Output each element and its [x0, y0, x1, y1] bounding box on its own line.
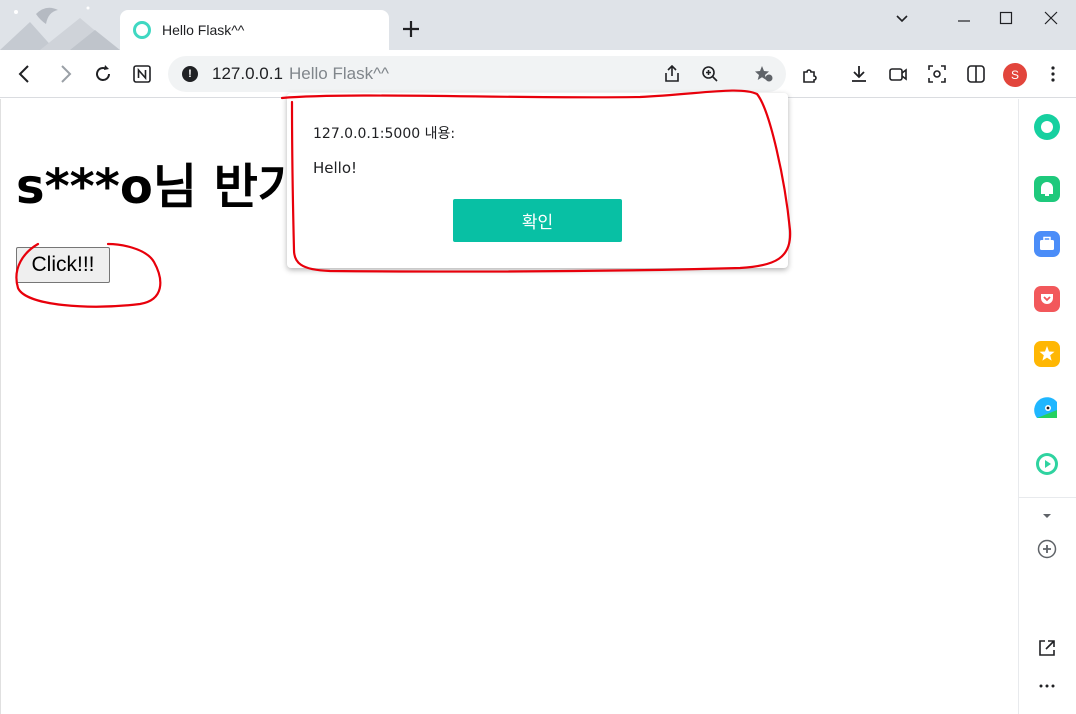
download-icon[interactable]	[847, 62, 871, 86]
click-button[interactable]: Click!!!	[16, 247, 110, 283]
side-panel-divider	[1019, 497, 1076, 498]
share-icon[interactable]	[660, 62, 684, 86]
video-capture-icon[interactable]	[886, 62, 910, 86]
ok-button[interactable]: 확인	[453, 199, 622, 242]
address-bar[interactable]: ! 127.0.0.1 Hello Flask^^	[168, 56, 786, 92]
bookmark-star-icon[interactable]	[752, 62, 776, 86]
screen-capture-icon[interactable]	[925, 62, 949, 86]
alert-dialog: 127.0.0.1:5000 내용: Hello! 확인	[287, 93, 788, 268]
tab-favicon-icon	[133, 21, 151, 39]
address-host: 127.0.0.1	[212, 64, 283, 83]
chevron-down-icon[interactable]	[1034, 503, 1060, 529]
notification-bell-icon[interactable]	[1034, 176, 1060, 202]
active-tab[interactable]: Hello Flask^^	[120, 10, 389, 50]
pocket-icon[interactable]	[1034, 286, 1060, 312]
open-external-icon[interactable]	[1034, 635, 1060, 661]
extensions-icon[interactable]	[798, 62, 822, 86]
zoom-icon[interactable]	[698, 62, 722, 86]
more-horizontal-icon[interactable]	[1034, 673, 1060, 699]
tab-search-icon[interactable]	[887, 6, 917, 30]
new-tab-icon[interactable]	[400, 18, 422, 40]
menu-kebab-icon[interactable]	[1041, 62, 1065, 86]
greeting-heading: s***o님 반가	[16, 159, 303, 215]
naver-home-icon[interactable]	[130, 62, 154, 86]
naver-green-dot-icon[interactable]	[1034, 114, 1060, 140]
browser-theme-art	[0, 6, 120, 50]
back-icon[interactable]	[13, 62, 37, 86]
minimize-icon[interactable]	[949, 6, 979, 30]
favorites-star-icon[interactable]	[1034, 341, 1060, 367]
close-window-icon[interactable]	[1036, 6, 1066, 30]
media-play-icon[interactable]	[1034, 451, 1060, 477]
profile-avatar[interactable]: S	[1003, 63, 1027, 87]
dialog-message: Hello!	[313, 159, 358, 177]
reload-icon[interactable]	[91, 62, 115, 86]
dialog-origin: 127.0.0.1:5000 내용:	[313, 126, 456, 142]
site-info-icon[interactable]: !	[182, 66, 198, 82]
add-panel-icon[interactable]	[1034, 536, 1060, 562]
maximize-icon[interactable]	[991, 6, 1021, 30]
tab-strip: Hello Flask^^	[0, 0, 1076, 50]
side-panel	[1018, 99, 1076, 714]
briefcase-icon[interactable]	[1034, 231, 1060, 257]
side-panel-toggle-icon[interactable]	[964, 62, 988, 86]
tab-title: Hello Flask^^	[162, 22, 245, 38]
papago-icon[interactable]	[1034, 396, 1060, 422]
browser-toolbar: ! 127.0.0.1 Hello Flask^^ S	[0, 50, 1076, 98]
address-page-title: Hello Flask^^	[289, 64, 390, 83]
forward-icon[interactable]	[53, 62, 77, 86]
